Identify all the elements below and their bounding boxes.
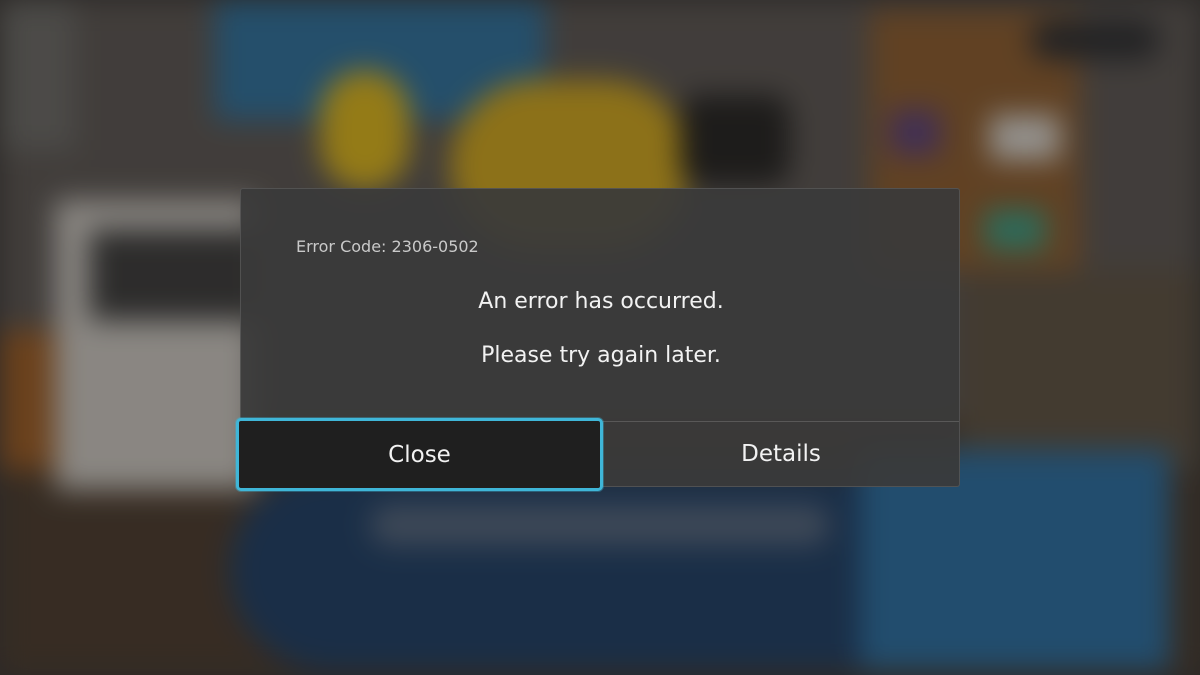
close-button[interactable]: Close [236,418,603,491]
screen: Error Code: 2306-0502 An error has occur… [0,0,1200,675]
error-code-label: Error Code: 2306-0502 [296,237,479,256]
error-message-line2: Please try again later. [481,343,721,368]
error-message-line1: An error has occurred. [478,289,724,314]
details-button[interactable]: Details [603,422,959,486]
